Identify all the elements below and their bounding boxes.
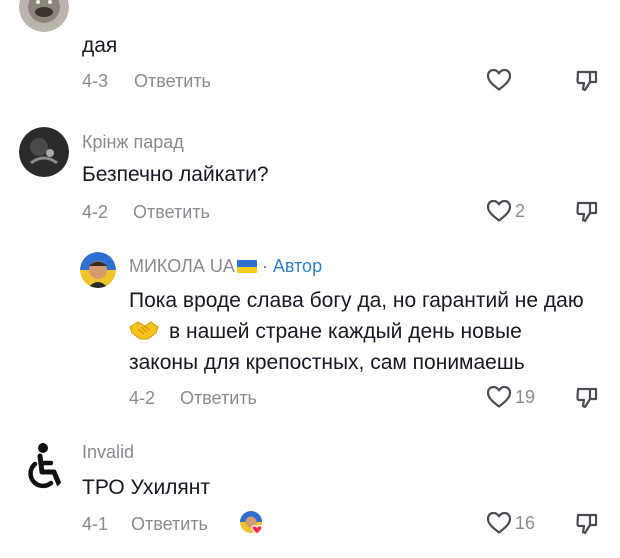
reply-button[interactable]: Ответить bbox=[131, 514, 208, 535]
comment-date: 4-2 bbox=[129, 388, 156, 408]
thumbs-down-icon[interactable] bbox=[575, 200, 599, 224]
comment-username[interactable]: Крінж парад bbox=[82, 132, 184, 153]
comment-username[interactable]: Invalid bbox=[82, 442, 134, 463]
heart-icon bbox=[486, 68, 512, 91]
like-button[interactable]: 19 bbox=[486, 385, 535, 409]
author-badge: · Автор bbox=[256, 256, 323, 276]
creator-liked-avatar-icon bbox=[240, 511, 263, 535]
comment-item: дая 4-3 Ответить bbox=[0, 0, 620, 100]
heart-icon bbox=[486, 511, 512, 534]
comment-text: дая bbox=[82, 34, 118, 57]
comment-reply: МИКОЛА UA · Автор Пока вроде слава богу … bbox=[0, 247, 620, 417]
reply-button[interactable]: Ответить bbox=[180, 388, 257, 409]
like-button[interactable]: 2 bbox=[486, 199, 525, 223]
comment-item: Invalid ТРО Ухилянт 4-1 Ответить 16 bbox=[0, 432, 620, 558]
like-button[interactable]: 16 bbox=[486, 511, 535, 535]
comment-date: 4-3 bbox=[82, 71, 109, 91]
username-text: МИКОЛА UA bbox=[129, 256, 235, 276]
like-count: 16 bbox=[515, 512, 536, 533]
heart-icon bbox=[486, 385, 512, 408]
avatar[interactable] bbox=[19, 127, 69, 177]
thumbs-down-icon[interactable] bbox=[575, 69, 599, 93]
like-button[interactable] bbox=[486, 68, 515, 92]
thumbs-down-icon[interactable] bbox=[575, 512, 599, 536]
reply-button[interactable]: Ответить bbox=[134, 71, 211, 92]
comment-date: 4-1 bbox=[82, 514, 109, 534]
comment-item: Крінж парад Безпечно лайкати? 4-2 Ответи… bbox=[0, 125, 620, 235]
heart-icon bbox=[486, 199, 512, 222]
wheelchair-icon[interactable] bbox=[20, 442, 66, 492]
comment-username[interactable]: МИКОЛА UA · Автор bbox=[129, 256, 322, 277]
comment-date: 4-2 bbox=[82, 202, 109, 222]
like-count: 2 bbox=[515, 200, 526, 221]
like-count: 19 bbox=[515, 386, 536, 407]
comment-text: Безпечно лайкати? bbox=[82, 163, 269, 186]
thumbs-down-icon[interactable] bbox=[575, 386, 599, 410]
avatar[interactable] bbox=[80, 252, 116, 288]
comment-text-line: Пока вроде слава богу да, но гарантий не… bbox=[129, 289, 584, 312]
avatar[interactable] bbox=[19, 0, 69, 32]
comment-text: ТРО Ухилянт bbox=[82, 476, 211, 499]
comment-text-line: в нашей стране каждый день новые bbox=[169, 320, 522, 343]
handshake-emoji-icon bbox=[129, 321, 159, 340]
ukraine-flag-icon bbox=[236, 260, 257, 273]
comment-text-line: законы для крепостных, сам понимаешь bbox=[129, 351, 525, 374]
comment-text-line-with-emoji: в нашей стране каждый день новые bbox=[129, 316, 522, 347]
reply-button[interactable]: Ответить bbox=[133, 202, 210, 223]
